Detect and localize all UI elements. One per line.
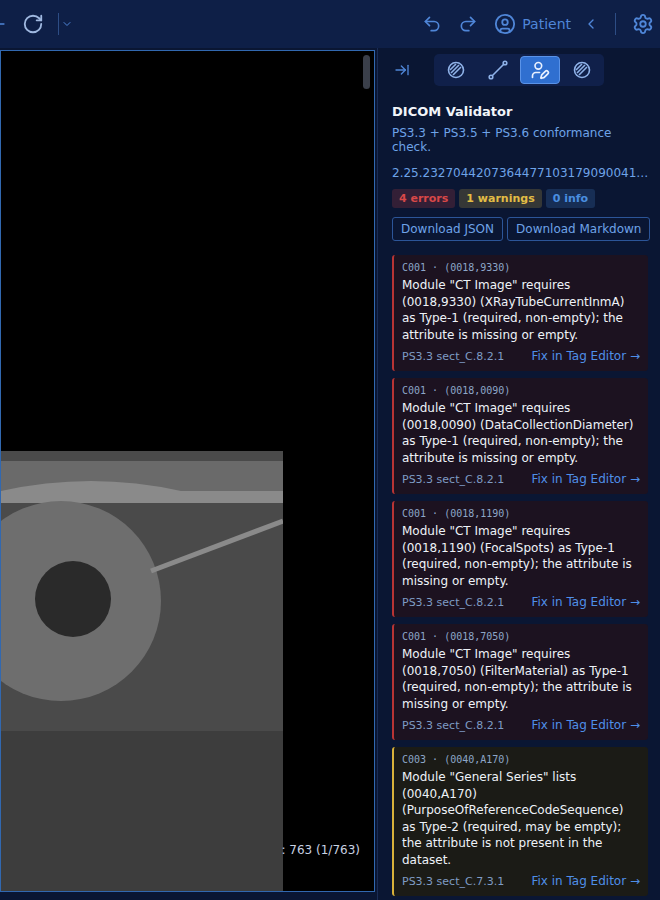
issue-card: C001 · (0018,7050) Module "CT Image" requ… xyxy=(392,624,648,740)
issue-footer: PS3.3 sect_C.8.2.1 Fix in Tag Editor → xyxy=(402,349,640,363)
undo-button[interactable] xyxy=(422,14,442,34)
issue-list: C001 · (0018,9330) Module "CT Image" requ… xyxy=(392,255,648,896)
fix-link[interactable]: Fix in Tag Editor → xyxy=(531,595,640,609)
issue-reference: PS3.3 sect_C.8.2.1 xyxy=(402,473,504,486)
undo-icon xyxy=(422,14,442,34)
main: : 763 (1/763) DICOM Validator PS3.3 + PS3.… xyxy=(0,48,660,900)
count-badge: 0 info xyxy=(546,189,595,208)
issue-code: C003 · (0040,A170) xyxy=(402,754,640,765)
ct-image xyxy=(1,51,283,892)
gear-icon xyxy=(632,13,654,35)
fix-link[interactable]: Fix in Tag Editor → xyxy=(531,349,640,363)
badge-row: 4 errors1 warnings 0 info xyxy=(392,189,648,208)
hatched-circle-icon xyxy=(447,61,465,79)
issue-message: Module "CT Image" requires (0018,7050) (… xyxy=(402,646,640,712)
issue-footer: PS3.3 sect_C.8.2.1 Fix in Tag Editor → xyxy=(402,718,640,732)
panel-tab[interactable] xyxy=(436,56,476,84)
issue-message: Module "CT Image" requires (0018,9330) (… xyxy=(402,277,640,343)
issue-message: Module "CT Image" requires (0018,1190) (… xyxy=(402,523,640,589)
panel-tab[interactable] xyxy=(478,56,518,84)
issue-footer: PS3.3 sect_C.8.2.1 Fix in Tag Editor → xyxy=(402,595,640,609)
top-bar: Patient xyxy=(0,0,660,48)
issue-message: Module "General Series" lists (0040,A170… xyxy=(402,769,640,868)
reload-icon xyxy=(22,13,44,35)
scrollbar-thumb[interactable] xyxy=(363,55,370,89)
issue-footer: PS3.3 sect_C.8.2.1 Fix in Tag Editor → xyxy=(402,472,640,486)
fix-link[interactable]: Fix in Tag Editor → xyxy=(531,718,640,732)
download-buttons: Download JSONDownload Markdown xyxy=(392,217,648,241)
issue-card: C003 · (0040,A170) Module "General Series… xyxy=(392,747,648,896)
divider xyxy=(615,13,616,35)
minus-icon xyxy=(0,14,8,34)
side-panel: DICOM Validator PS3.3 + PS3.5 + PS3.6 con… xyxy=(377,48,660,900)
panel-tab[interactable] xyxy=(562,56,602,84)
divider xyxy=(58,13,59,35)
issue-reference: PS3.3 sect_C.8.2.1 xyxy=(402,350,504,363)
redo-button[interactable] xyxy=(458,14,478,34)
slice-overlay: : 763 (1/763) xyxy=(281,843,360,857)
study-uid: 2.25.2327044207364477103179090041… xyxy=(392,166,648,180)
chevron-left-icon xyxy=(583,16,599,32)
reload-menu-button[interactable] xyxy=(61,18,73,30)
collapse-icon xyxy=(394,62,410,78)
issue-reference: PS3.3 sect_C.8.2.1 xyxy=(402,596,504,609)
image-viewer[interactable]: : 763 (1/763) xyxy=(0,50,375,892)
user-edit-icon xyxy=(530,60,550,80)
validator-title: DICOM Validator xyxy=(392,104,648,119)
fix-link[interactable]: Fix in Tag Editor → xyxy=(531,874,640,888)
user-icon xyxy=(494,13,516,35)
settings-button[interactable] xyxy=(632,13,654,35)
redo-icon xyxy=(458,14,478,34)
issue-card: C001 · (0018,1190) Module "CT Image" requ… xyxy=(392,501,648,617)
app: Patient : 763 (1/763) DICOM Validator PS3.3… xyxy=(0,0,660,900)
issue-card: C001 · (0018,9330) Module "CT Image" requ… xyxy=(392,255,648,371)
collapse-button[interactable] xyxy=(394,62,410,78)
issue-reference: PS3.3 sect_C.7.3.1 xyxy=(402,875,504,888)
issue-message: Module "CT Image" requires (0018,0090) (… xyxy=(402,400,640,466)
issue-card: C001 · (0018,0090) Module "CT Image" requ… xyxy=(392,378,648,494)
download-button[interactable]: Download JSON xyxy=(392,217,503,241)
issue-code: C001 · (0018,7050) xyxy=(402,631,640,642)
validator-subtitle: PS3.3 + PS3.5 + PS3.6 conformance check. xyxy=(392,126,648,154)
hatched-circle-icon xyxy=(573,61,591,79)
reload-button[interactable] xyxy=(22,13,44,35)
issue-code: C001 · (0018,0090) xyxy=(402,385,640,396)
issue-footer: PS3.3 sect_C.7.3.1 Fix in Tag Editor → xyxy=(402,874,640,888)
download-button[interactable]: Download Markdown xyxy=(507,217,650,241)
panel-header xyxy=(392,52,648,88)
chevron-down-icon xyxy=(61,18,73,30)
issue-reference: PS3.3 sect_C.8.2.1 xyxy=(402,719,504,732)
panel-tabs xyxy=(434,54,604,86)
issue-code: C001 · (0018,1190) xyxy=(402,508,640,519)
issue-code: C001 · (0018,9330) xyxy=(402,262,640,273)
count-badge: 4 errors xyxy=(392,189,455,208)
measure-line-icon xyxy=(488,60,508,80)
minus-button[interactable] xyxy=(0,14,8,34)
fix-link[interactable]: Fix in Tag Editor → xyxy=(531,472,640,486)
patient-button[interactable]: Patient xyxy=(494,13,599,35)
count-badge: 1 warnings xyxy=(459,189,541,208)
panel-tab[interactable] xyxy=(520,56,560,84)
